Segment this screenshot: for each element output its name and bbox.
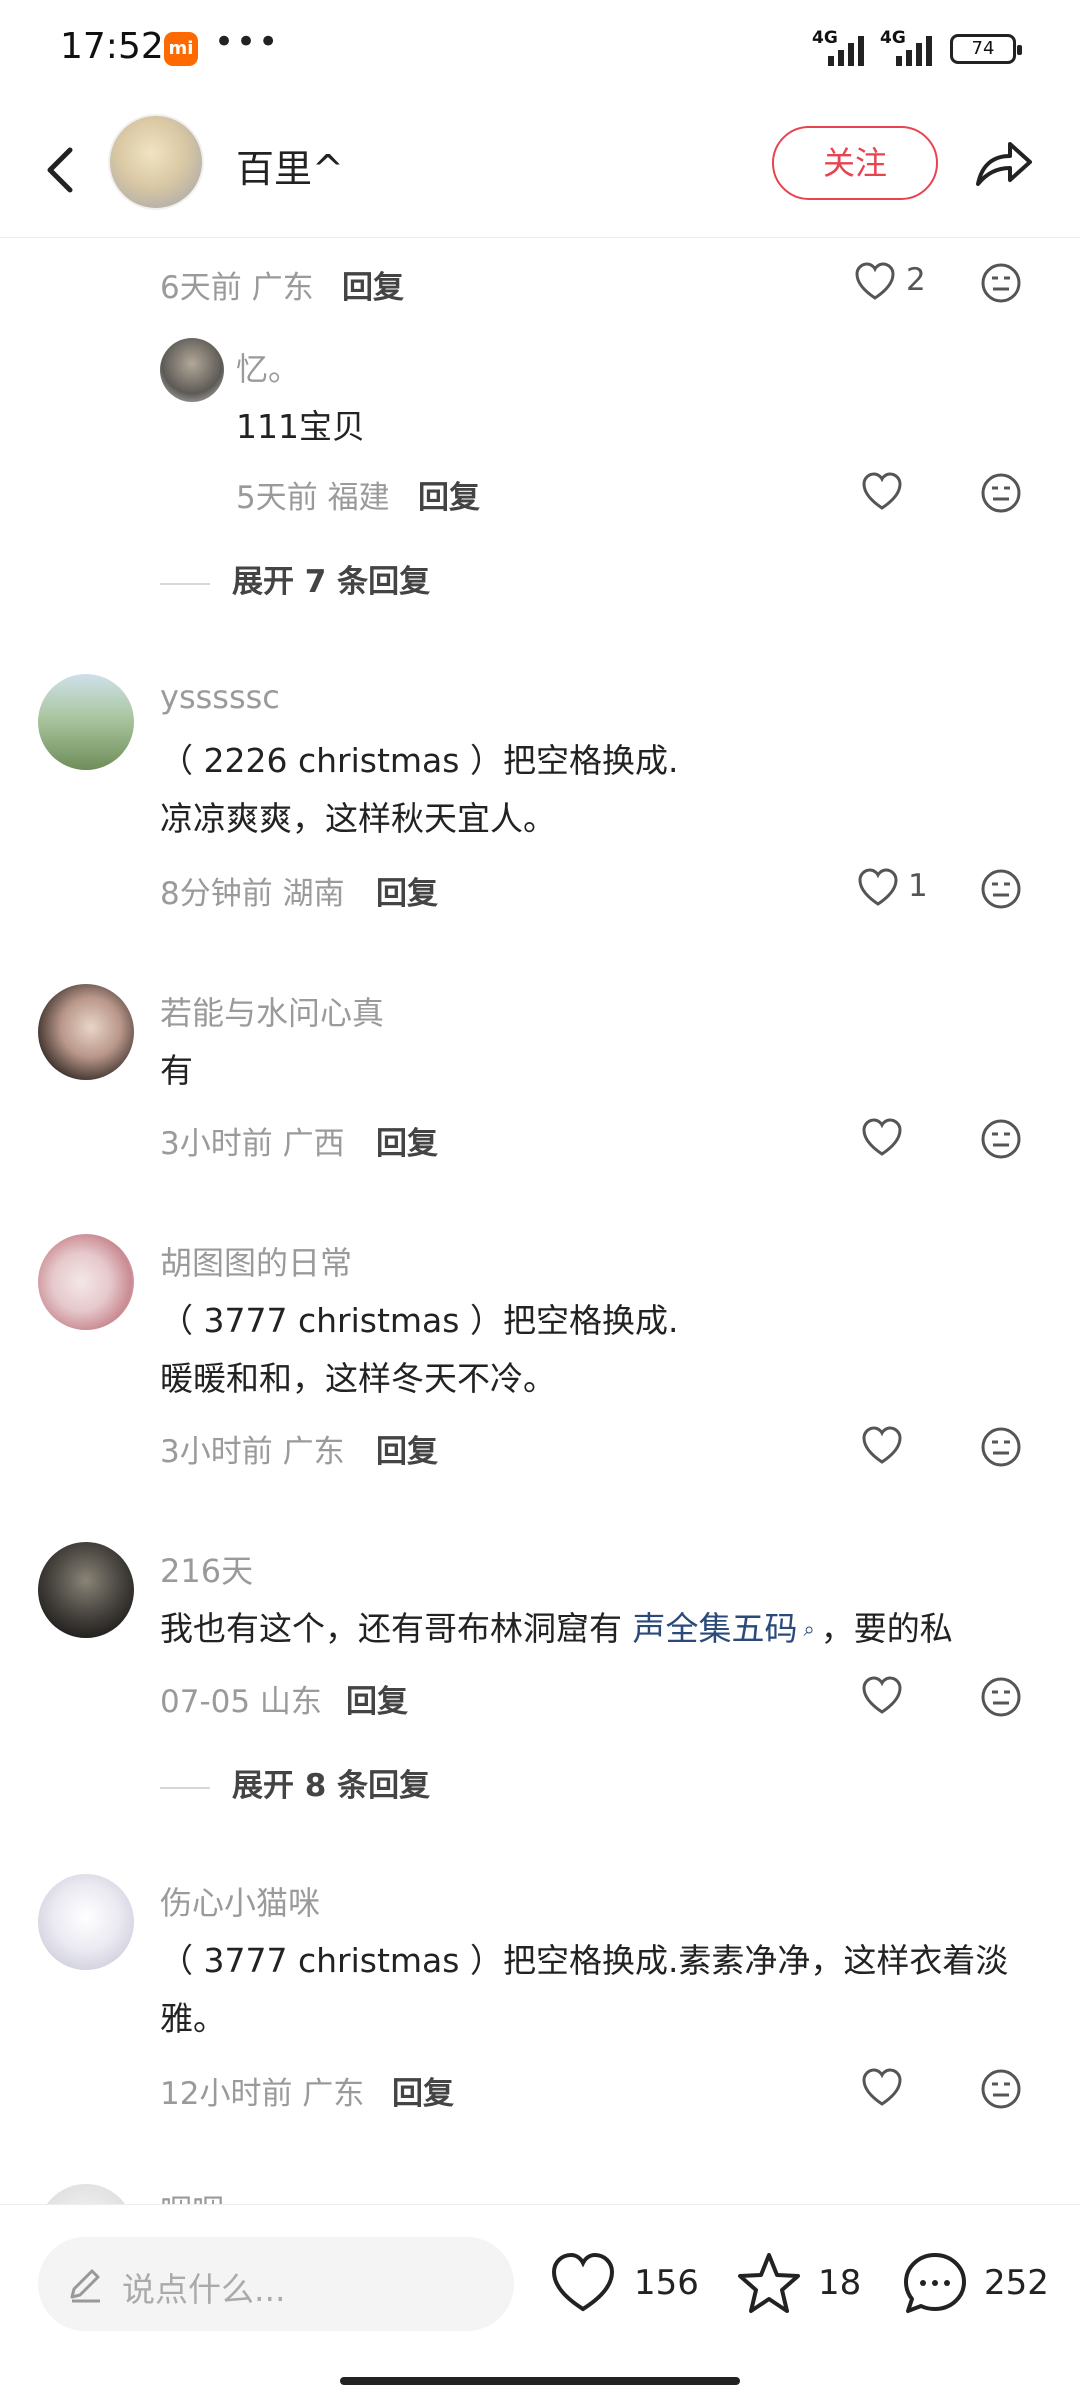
- signal-icon: 4G: [880, 28, 940, 74]
- comment-meta: 12小时前 广东: [160, 2076, 365, 2112]
- username[interactable]: 伤心小猫咪: [160, 1878, 320, 1924]
- reply-button[interactable]: 回复: [342, 262, 404, 307]
- star-outline-icon[interactable]: [734, 2249, 804, 2319]
- chat-bubble-icon[interactable]: [900, 2249, 970, 2319]
- like-count: 156: [634, 2263, 699, 2303]
- neutral-face-icon[interactable]: [980, 1118, 1022, 1160]
- neutral-face-icon[interactable]: [980, 262, 1022, 304]
- author-avatar[interactable]: [108, 114, 204, 210]
- avatar[interactable]: [160, 338, 224, 402]
- comment-text: 雅。: [160, 1999, 226, 2038]
- search-icon: ⌕: [803, 1617, 815, 1641]
- avatar[interactable]: [38, 674, 134, 770]
- heart-outline-icon[interactable]: [856, 866, 900, 910]
- avatar[interactable]: [38, 1874, 134, 1970]
- comment-text: （ 2226 christmas ）把空格换成.: [160, 741, 679, 780]
- comment-text: 凉凉爽爽，这样秋天宜人。: [160, 799, 556, 838]
- heart-outline-icon[interactable]: [860, 1116, 904, 1160]
- username[interactable]: 若能与水问心真: [160, 988, 384, 1034]
- comment-meta: 8分钟前 湖南: [160, 876, 345, 912]
- mi-badge-icon: mi: [164, 32, 198, 66]
- username[interactable]: 咽咽: [160, 2186, 224, 2204]
- battery-icon: 74: [950, 34, 1022, 64]
- status-bar: 17:52 mi ••• 4G 4G 74: [0, 0, 1080, 100]
- reply-button[interactable]: 回复: [392, 2068, 454, 2113]
- bottom-action-bar: 说点什么... 156 18 252: [0, 2204, 1080, 2400]
- neutral-face-icon[interactable]: [980, 1676, 1022, 1718]
- chevron-left-icon[interactable]: [30, 138, 94, 202]
- expand-replies-button[interactable]: 展开 8 条回复: [160, 1760, 430, 1805]
- comment-list: 6天前 广东 回复 2 忆。 111宝贝 5天前 福建 回复 展开 7 条回复 …: [0, 238, 1080, 2204]
- neutral-face-icon[interactable]: [980, 2068, 1022, 2110]
- heart-outline-icon[interactable]: [860, 1424, 904, 1468]
- comment-input[interactable]: 说点什么...: [38, 2237, 514, 2331]
- heart-outline-icon[interactable]: [548, 2249, 618, 2319]
- reply-button[interactable]: 回复: [376, 1426, 438, 1471]
- author-name[interactable]: 百里^: [236, 138, 344, 193]
- comment-meta: 3小时前 广东: [160, 1434, 345, 1470]
- comment-meta: 5天前 福建: [236, 480, 390, 516]
- status-time: 17:52: [60, 26, 164, 67]
- username[interactable]: ysssssc: [160, 678, 280, 716]
- reply-button[interactable]: 回复: [376, 868, 438, 913]
- like-count: 1: [908, 868, 928, 904]
- pen-icon: [70, 2269, 100, 2303]
- heart-outline-icon[interactable]: [860, 1674, 904, 1718]
- like-count: 2: [906, 262, 926, 298]
- reply-button[interactable]: 回复: [346, 1676, 408, 1721]
- avatar[interactable]: [38, 1234, 134, 1330]
- share-arrow-icon[interactable]: [970, 130, 1036, 196]
- comment-text: 111宝贝: [236, 407, 365, 446]
- expand-replies-button[interactable]: 展开 7 条回复: [160, 556, 430, 601]
- comment-meta: 3小时前 广西: [160, 1126, 345, 1162]
- comment-text: 暖暖和和，这样冬天不冷。: [160, 1359, 556, 1398]
- comment-text: 有: [160, 1051, 193, 1090]
- comment-text: 我也有这个，还有哥布林洞窟有 声全集五码 ⌕ ，要的私: [160, 1609, 953, 1648]
- avatar[interactable]: [38, 2184, 134, 2204]
- home-indicator[interactable]: [340, 2377, 740, 2385]
- follow-button[interactable]: 关注: [772, 126, 938, 200]
- comment-count: 252: [984, 2263, 1049, 2303]
- comment-text: （ 3777 christmas ）把空格换成.: [160, 1301, 679, 1340]
- notification-dots: •••: [214, 22, 281, 62]
- neutral-face-icon[interactable]: [980, 868, 1022, 910]
- neutral-face-icon[interactable]: [980, 472, 1022, 514]
- neutral-face-icon[interactable]: [980, 1426, 1022, 1468]
- heart-outline-icon[interactable]: [860, 2066, 904, 2110]
- username[interactable]: 216天: [160, 1546, 253, 1592]
- heart-outline-icon[interactable]: [853, 260, 897, 304]
- username[interactable]: 忆。: [236, 344, 300, 390]
- comment-meta: 6天前 广东: [160, 270, 314, 306]
- post-header: 百里^ 关注: [0, 110, 1080, 238]
- signal-icon: 4G: [812, 28, 872, 74]
- comment-meta: 07-05 山东: [160, 1684, 322, 1720]
- search-link[interactable]: 声全集五码: [633, 1609, 798, 1648]
- heart-outline-icon[interactable]: [860, 470, 904, 514]
- username[interactable]: 胡图图的日常: [160, 1238, 352, 1284]
- reply-button[interactable]: 回复: [376, 1118, 438, 1163]
- avatar[interactable]: [38, 984, 134, 1080]
- reply-button[interactable]: 回复: [418, 472, 480, 517]
- star-count: 18: [818, 2263, 862, 2303]
- comment-input-placeholder: 说点什么...: [122, 2270, 286, 2309]
- comment-text: （ 3777 christmas ）把空格换成.素素净净，这样衣着淡: [160, 1941, 1009, 1980]
- avatar[interactable]: [38, 1542, 134, 1638]
